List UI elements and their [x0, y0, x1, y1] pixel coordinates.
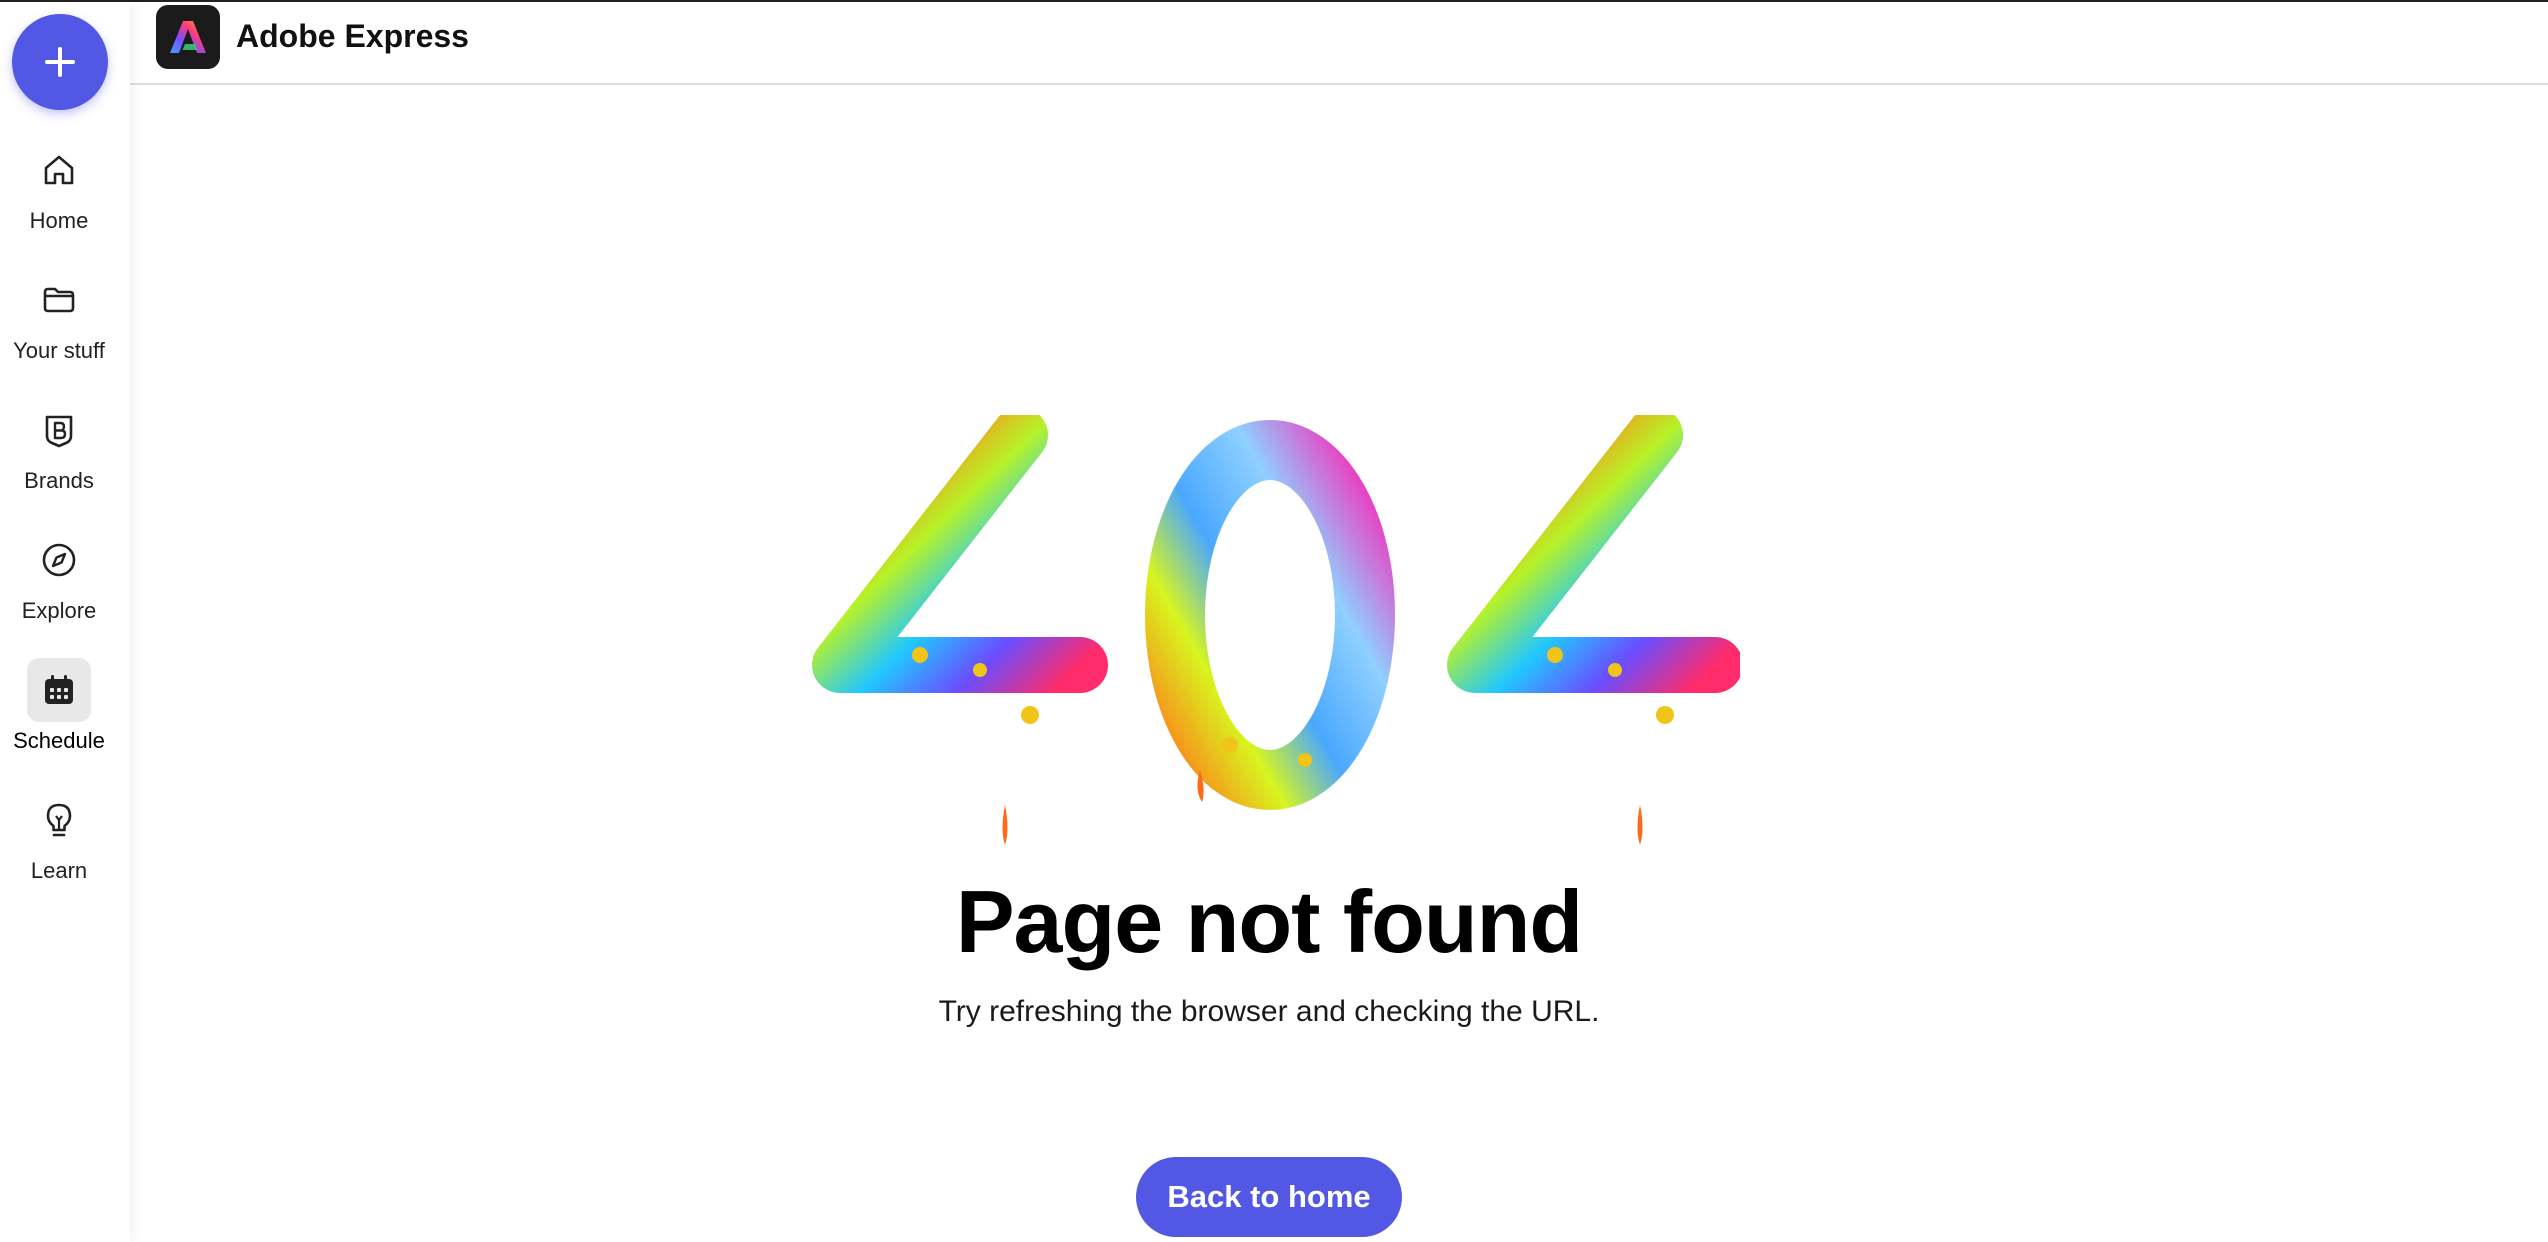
main-content: Page not found Try refreshing the browse… — [130, 85, 2548, 1242]
sidebar-item-your-stuff[interactable]: Your stuff — [0, 268, 118, 378]
sidebar-item-brands[interactable]: Brands — [0, 398, 118, 508]
home-icon — [44, 155, 74, 185]
calendar-icon — [45, 675, 73, 704]
sidebar-item-label: Learn — [30, 858, 88, 883]
create-new-button[interactable] — [12, 14, 108, 110]
sidebar-item-schedule[interactable]: Schedule — [0, 658, 118, 768]
adobe-express-logo-icon[interactable] — [156, 5, 220, 69]
app-title: Adobe Express — [236, 18, 469, 54]
sidebar-item-label: Schedule — [13, 728, 105, 753]
sidebar-item-label: Explore — [21, 598, 97, 623]
page-subtitle: Try refreshing the browser and checking … — [938, 995, 1600, 1028]
plus-icon — [45, 47, 75, 77]
brand-icon — [45, 415, 73, 448]
sidebar-item-label: Your stuff — [13, 338, 105, 363]
sidebar-item-home[interactable]: Home — [0, 138, 118, 248]
back-to-home-button[interactable]: Back to home — [1136, 1157, 1402, 1237]
compass-icon — [42, 543, 76, 577]
sidebar-item-learn[interactable]: Learn — [0, 788, 118, 898]
page-title: Page not found — [955, 872, 1583, 971]
sidebar-item-label: Home — [29, 208, 89, 233]
lightbulb-icon — [46, 803, 72, 837]
folder-icon — [43, 287, 75, 313]
top-header: Adobe Express — [130, 2, 2548, 85]
sidebar: Home Your stuff Brands Explore Schedule … — [0, 2, 130, 1242]
sidebar-item-explore[interactable]: Explore — [0, 528, 118, 638]
sidebar-item-label: Brands — [24, 468, 94, 493]
